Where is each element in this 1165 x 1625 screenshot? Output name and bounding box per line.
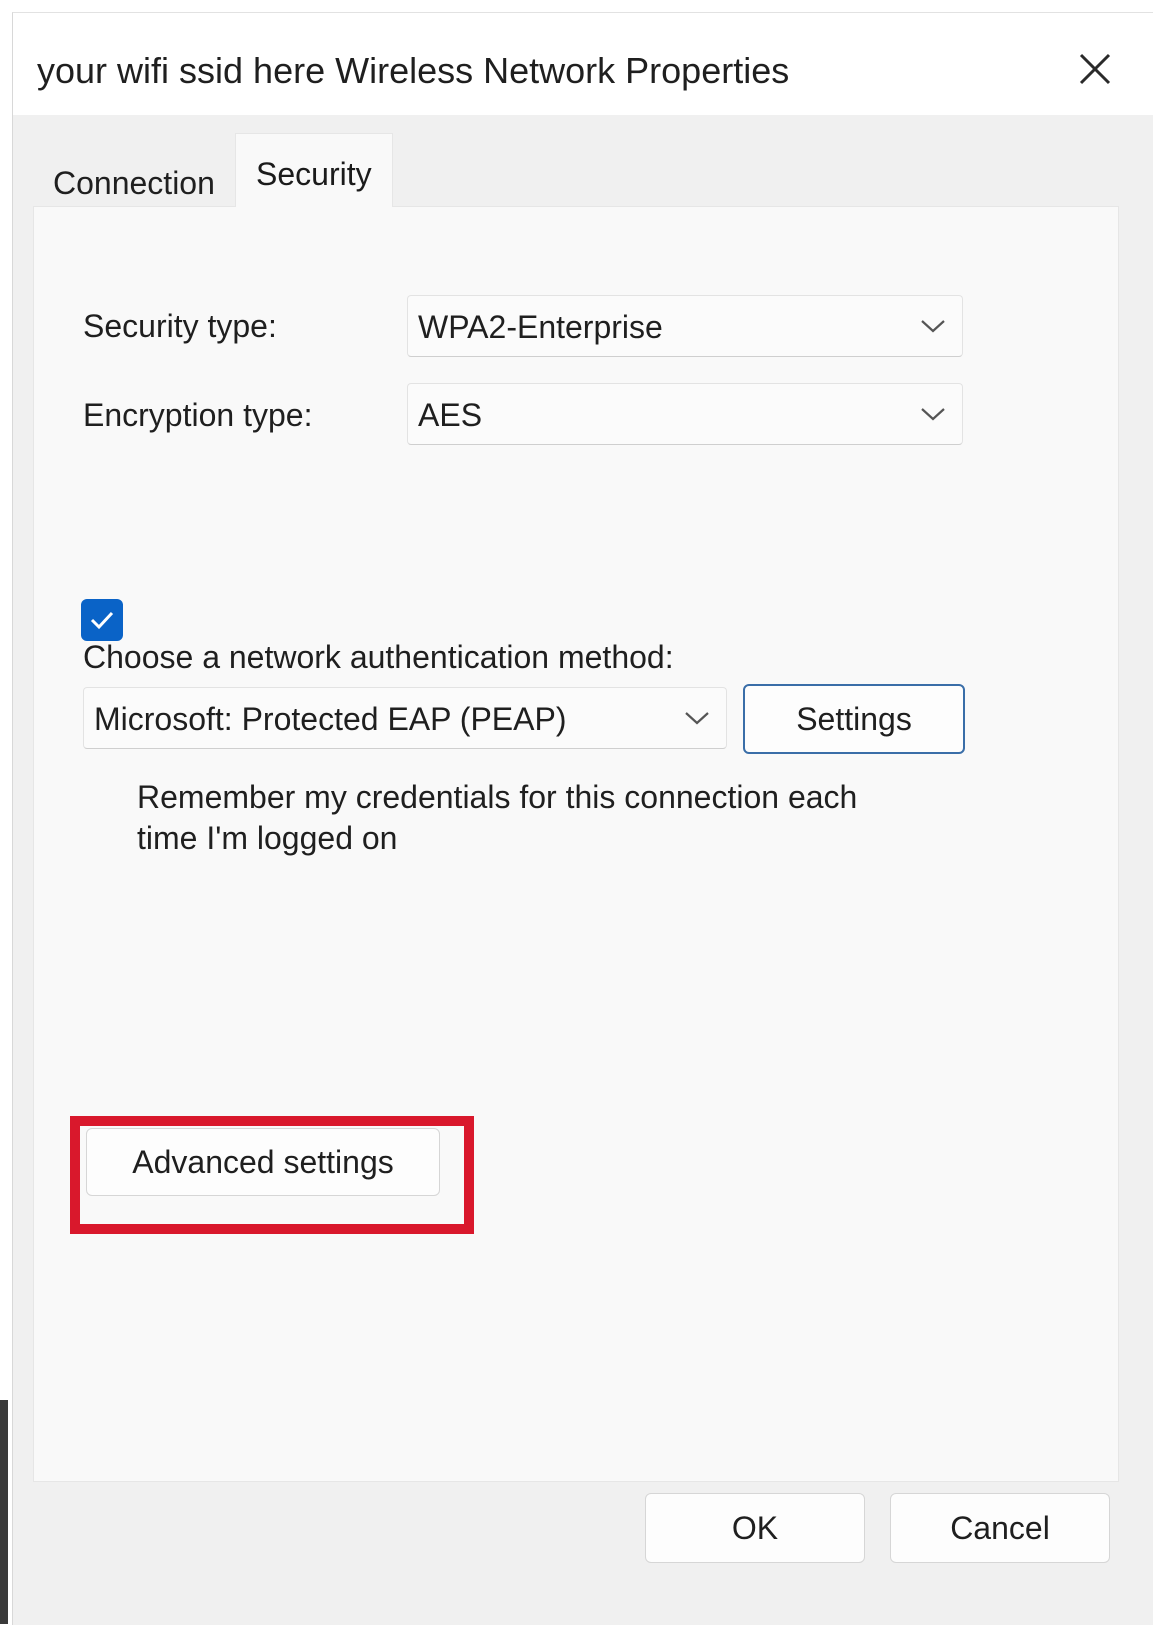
- window-edge: [0, 1400, 8, 1624]
- title-bar: your wifi ssid here Wireless Network Pro…: [13, 13, 1153, 115]
- auth-method-value: Microsoft: Protected EAP (PEAP): [94, 701, 567, 737]
- close-button[interactable]: [1075, 49, 1115, 89]
- chevron-down-icon: [920, 406, 946, 422]
- advanced-settings-label: Advanced settings: [132, 1144, 394, 1180]
- encryption-type-value: AES: [418, 397, 483, 433]
- settings-button-label: Settings: [796, 701, 912, 737]
- remember-credentials-label-line2: time I'm logged on: [137, 820, 398, 856]
- tab-security[interactable]: Security: [235, 133, 393, 207]
- window-title: your wifi ssid here Wireless Network Pro…: [37, 50, 790, 91]
- ok-button[interactable]: OK: [645, 1493, 865, 1563]
- security-type-label: Security type:: [83, 308, 277, 344]
- ok-button-label: OK: [731, 1510, 779, 1546]
- chevron-down-icon: [920, 318, 946, 334]
- remember-credentials-checkbox[interactable]: [81, 599, 123, 641]
- encryption-type-select[interactable]: AES: [407, 383, 963, 445]
- auth-method-select[interactable]: Microsoft: Protected EAP (PEAP): [83, 687, 727, 749]
- security-type-value: WPA2-Enterprise: [418, 309, 663, 345]
- wireless-properties-dialog: your wifi ssid here Wireless Network Pro…: [12, 12, 1153, 1625]
- advanced-settings-button[interactable]: Advanced settings: [86, 1128, 440, 1196]
- tab-security-label: Security: [256, 156, 372, 192]
- close-icon: [1079, 53, 1111, 85]
- tab-connection[interactable]: Connection: [53, 165, 215, 201]
- cancel-button[interactable]: Cancel: [890, 1493, 1110, 1563]
- settings-button[interactable]: Settings: [743, 684, 965, 754]
- checkmark-icon: [90, 611, 114, 630]
- security-type-select[interactable]: WPA2-Enterprise: [407, 295, 963, 357]
- auth-method-label: Choose a network authentication method:: [83, 639, 674, 675]
- encryption-type-label: Encryption type:: [83, 397, 313, 433]
- cancel-button-label: Cancel: [950, 1510, 1050, 1546]
- remember-credentials-label-line1: Remember my credentials for this connect…: [137, 779, 858, 815]
- chevron-down-icon: [684, 710, 710, 726]
